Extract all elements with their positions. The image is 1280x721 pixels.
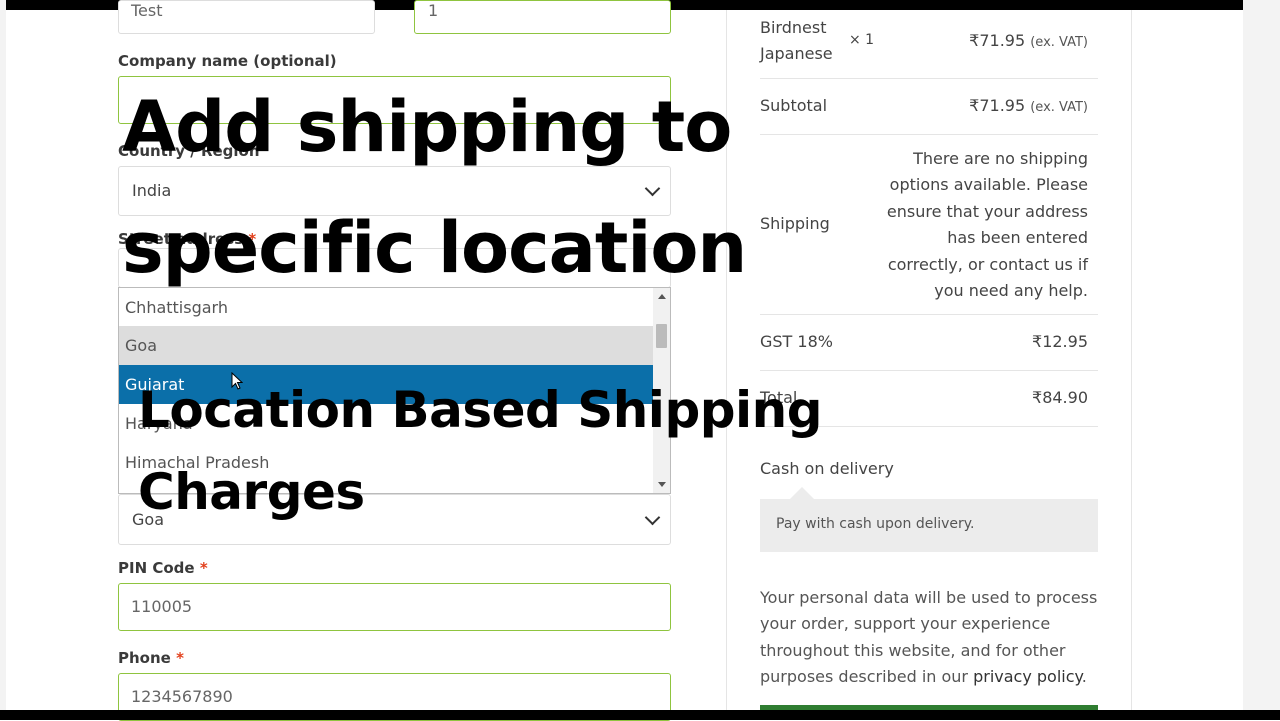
dropdown-option[interactable]: Chhattisgarh: [119, 288, 653, 327]
payment-method-label[interactable]: Cash on delivery: [760, 459, 894, 478]
divider: [760, 78, 1098, 79]
scrollbar-thumb[interactable]: [656, 324, 667, 348]
subtotal-label: Subtotal: [760, 96, 828, 115]
privacy-notice: Your personal data will be used to proce…: [760, 588, 1098, 687]
company-label: Company name (optional): [118, 52, 337, 70]
overlay-title-line1: Add shipping to: [122, 86, 732, 168]
left-gutter: [0, 0, 6, 720]
overlay-subtitle-line1: Location Based Shipping: [138, 381, 823, 439]
divider: [760, 314, 1098, 315]
last-name-field[interactable]: [414, 0, 671, 34]
gst-label: GST 18%: [760, 332, 833, 351]
shipping-message: There are no shipping options available.…: [886, 149, 1088, 301]
pin-value: 110005: [131, 597, 193, 616]
overlay-subtitle-line2: Charges: [138, 463, 365, 521]
overlay-title-line2: specific location: [122, 207, 747, 289]
payment-description: Pay with cash upon delivery.: [776, 516, 975, 532]
dropdown-option[interactable]: Goa: [119, 326, 653, 365]
bottom-letterbox: [0, 710, 1280, 720]
phone-value: 1234567890: [131, 687, 233, 706]
product-qty: × 1: [849, 32, 875, 48]
scroll-down-icon[interactable]: [658, 482, 666, 487]
product-name-line1: Birdnest: [760, 18, 827, 37]
product-price: ₹71.95 (ex. VAT): [969, 31, 1088, 50]
divider: [760, 370, 1098, 371]
scroll-up-icon[interactable]: [658, 294, 666, 299]
country-value: India: [132, 181, 172, 200]
phone-label: Phone *: [118, 649, 184, 667]
privacy-policy-link[interactable]: privacy policy: [973, 667, 1082, 686]
pin-field[interactable]: [118, 583, 671, 631]
subtotal-value: ₹71.95 (ex. VAT): [969, 96, 1088, 115]
last-name-value: 1: [428, 1, 439, 20]
product-name-line2: Japanese: [760, 44, 833, 63]
payment-box-notch: [790, 487, 814, 499]
shipping-label: Shipping: [760, 214, 830, 233]
total-value: ₹84.90: [1032, 388, 1088, 407]
right-gutter: [1243, 0, 1280, 720]
pin-label: PIN Code *: [118, 559, 208, 577]
divider: [760, 134, 1098, 135]
gst-value: ₹12.95: [1032, 332, 1088, 351]
first-name-value: Test: [131, 1, 163, 20]
